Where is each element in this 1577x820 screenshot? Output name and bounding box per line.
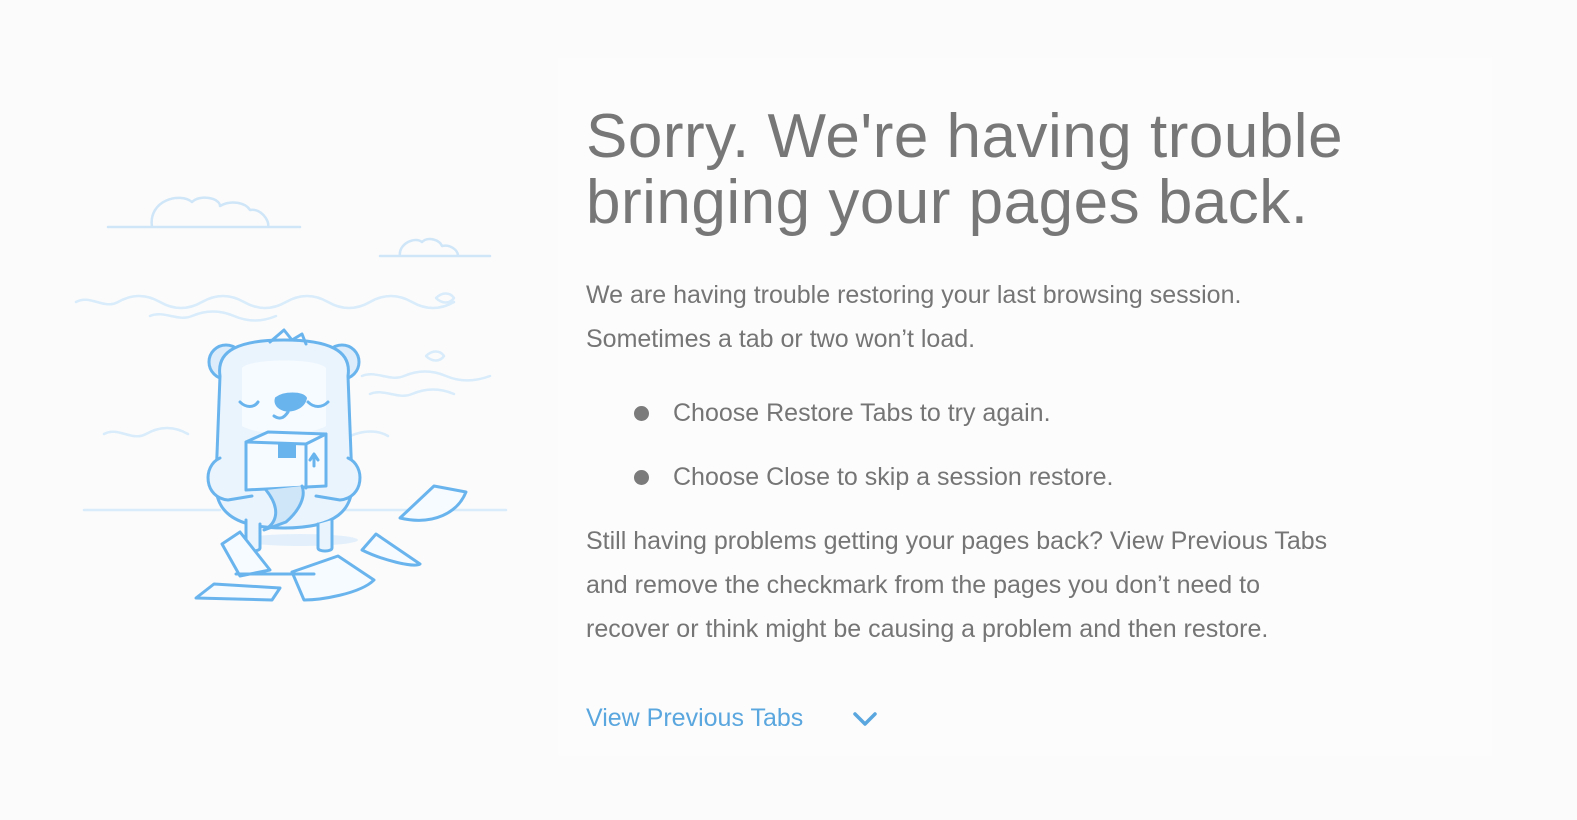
main-content: Sorry. We're having trouble bringing you… [586, 104, 1486, 651]
help-line: and remove the checkmark from the pages … [586, 571, 1260, 599]
view-previous-tabs-button[interactable]: View Previous Tabs [586, 704, 879, 733]
help-line: recover or think might be causing a prob… [586, 615, 1269, 643]
bullet-icon [634, 469, 649, 485]
description-line: Sometimes a tab or two won’t load. [586, 325, 976, 353]
description-line: We are having trouble restoring your las… [586, 281, 1242, 309]
title-line: Sorry. We're having trouble [586, 102, 1344, 171]
view-previous-tabs-label: View Previous Tabs [586, 704, 804, 732]
help-line: Still having problems getting your pages… [586, 527, 1328, 555]
list-item-text: Choose Restore Tabs to try again. [673, 398, 1051, 427]
page-title: Sorry. We're having trouble bringing you… [586, 104, 1486, 236]
cloud-icon [106, 196, 492, 258]
list-item-text: Choose Close to skip a session restore. [673, 462, 1114, 491]
description-text: We are having trouble restoring your las… [586, 273, 1406, 361]
package-icon [244, 430, 328, 492]
list-item: Choose Close to skip a session restore. [586, 445, 1486, 509]
help-text: Still having problems getting your pages… [586, 519, 1486, 651]
chevron-down-icon [853, 711, 877, 726]
instructions-list: Choose Restore Tabs to try again. Choose… [586, 381, 1486, 509]
bear-illustration [70, 180, 510, 620]
title-line: bringing your pages back. [586, 168, 1309, 237]
list-item: Choose Restore Tabs to try again. [586, 381, 1486, 445]
bullet-icon [634, 405, 649, 421]
